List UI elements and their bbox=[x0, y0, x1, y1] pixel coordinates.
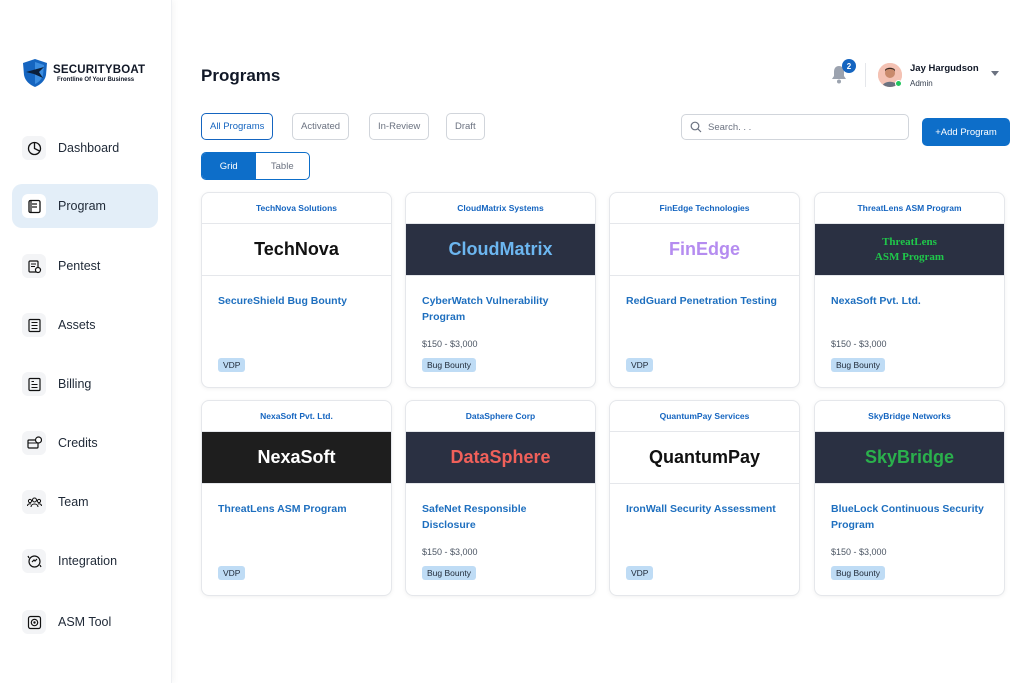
sidebar-item-label: Integration bbox=[58, 554, 118, 568]
add-program-button[interactable]: +Add Program bbox=[922, 118, 1010, 146]
tab-all-programs[interactable]: All Programs bbox=[201, 113, 274, 140]
sidebar-item-dashboard[interactable]: Dashboard bbox=[12, 126, 158, 170]
card-banner-logo: NexaSoft bbox=[202, 432, 391, 484]
card-reward-range: $150 - $3,000 bbox=[831, 547, 887, 557]
card-reward-range: $150 - $3,000 bbox=[831, 339, 887, 349]
receipt-icon bbox=[22, 372, 46, 396]
card-type-badge: VDP bbox=[218, 566, 246, 580]
card-program-title[interactable]: RedGuard Penetration Testing bbox=[626, 293, 786, 309]
card-banner-logo: QuantumPay bbox=[610, 432, 799, 484]
list-icon bbox=[22, 313, 46, 337]
card-company-name: CloudMatrix Systems bbox=[406, 193, 595, 224]
card-type-badge: VDP bbox=[626, 358, 654, 372]
program-card[interactable]: FinEdge Technologies FinEdge RedGuard Pene… bbox=[609, 192, 800, 388]
card-banner-logo: FinEdge bbox=[610, 224, 799, 276]
view-grid-button[interactable]: Grid bbox=[202, 153, 256, 179]
header-divider bbox=[865, 63, 866, 87]
card-reward-range: $150 - $3,000 bbox=[422, 547, 478, 557]
view-table-button[interactable]: Table bbox=[256, 153, 310, 179]
card-company-name: ThreatLens ASM Program bbox=[815, 193, 1004, 224]
card-company-name: SkyBridge Networks bbox=[815, 401, 1004, 432]
chevron-down-icon[interactable] bbox=[991, 71, 999, 77]
card-company-name: FinEdge Technologies bbox=[610, 193, 799, 224]
shield-logo-icon bbox=[23, 59, 47, 87]
sidebar-item-label: Assets bbox=[58, 318, 96, 332]
program-card[interactable]: SkyBridge Networks SkyBridge BlueLock Cont… bbox=[814, 400, 1005, 596]
card-program-title[interactable]: SecureShield Bug Bounty bbox=[218, 293, 378, 309]
card-program-title[interactable]: SafeNet Responsible Disclosure bbox=[422, 501, 582, 533]
card-type-badge: Bug Bounty bbox=[831, 566, 885, 580]
sidebar-item-integration[interactable]: Integration bbox=[12, 539, 158, 583]
card-type-badge: VDP bbox=[626, 566, 654, 580]
tab-in-review[interactable]: In-Review bbox=[369, 113, 430, 140]
user-role: Admin bbox=[910, 79, 933, 88]
sidebar-item-pentest[interactable]: Pentest bbox=[12, 244, 158, 288]
sidebar-item-label: ASM Tool bbox=[58, 615, 112, 629]
search-input[interactable] bbox=[708, 121, 898, 133]
program-card[interactable]: DataSphere Corp DataSphere SafeNet Respons… bbox=[405, 400, 596, 596]
tab-draft[interactable]: Draft bbox=[446, 113, 485, 140]
search-icon bbox=[690, 121, 702, 133]
card-type-badge: VDP bbox=[218, 358, 246, 372]
card-company-name: QuantumPay Services bbox=[610, 401, 799, 432]
sidebar-item-team[interactable]: Team bbox=[12, 480, 158, 524]
card-program-title[interactable]: CyberWatch Vulnerability Program bbox=[422, 293, 582, 325]
card-company-name: NexaSoft Pvt. Ltd. bbox=[202, 401, 391, 432]
tab-activated[interactable]: Activated bbox=[292, 113, 350, 140]
card-type-badge: Bug Bounty bbox=[422, 358, 476, 372]
sidebar-item-label: Pentest bbox=[58, 259, 101, 273]
card-banner-logo: TechNova bbox=[202, 224, 391, 276]
card-program-title[interactable]: IronWall Security Assessment bbox=[626, 501, 786, 517]
sidebar-item-label: Dashboard bbox=[58, 141, 120, 155]
sidebar-item-program[interactable]: Program bbox=[12, 184, 158, 228]
team-icon bbox=[22, 490, 46, 514]
document-icon bbox=[22, 194, 46, 218]
program-card[interactable]: TechNova Solutions TechNova SecureShield B… bbox=[201, 192, 392, 388]
pentest-icon bbox=[22, 254, 46, 278]
pie-chart-icon bbox=[22, 136, 46, 160]
notification-badge: 2 bbox=[842, 59, 856, 73]
page-title: Programs bbox=[201, 66, 281, 85]
program-card[interactable]: QuantumPay Services QuantumPay IronWall Se… bbox=[609, 400, 800, 596]
card-program-title[interactable]: NexaSoft Pvt. Ltd. bbox=[831, 293, 991, 309]
sidebar: SECURITYBOAT Frontline Of Your Business … bbox=[0, 0, 172, 683]
card-reward-range: $150 - $3,000 bbox=[422, 339, 478, 349]
brand-logo[interactable]: SECURITYBOAT Frontline Of Your Business bbox=[22, 58, 145, 88]
sidebar-item-label: Program bbox=[58, 199, 106, 213]
sidebar-item-label: Credits bbox=[58, 436, 98, 450]
program-card[interactable]: ThreatLens ASM Program ThreatLens ASM Pro… bbox=[814, 192, 1005, 388]
sidebar-item-label: Billing bbox=[58, 377, 92, 391]
brand-name: SECURITYBOAT bbox=[53, 63, 146, 76]
card-program-title[interactable]: ThreatLens ASM Program bbox=[218, 501, 378, 517]
brand-tagline: Frontline Of Your Business bbox=[57, 76, 135, 83]
sidebar-item-assets[interactable]: Assets bbox=[12, 303, 158, 347]
sidebar-item-billing[interactable]: Billing bbox=[12, 362, 158, 406]
credits-icon bbox=[22, 431, 46, 455]
view-toggle: Grid Table bbox=[201, 152, 310, 180]
card-program-title[interactable]: BlueLock Continuous Security Program bbox=[831, 501, 991, 533]
card-company-name: TechNova Solutions bbox=[202, 193, 391, 224]
program-card[interactable]: NexaSoft Pvt. Ltd. NexaSoft ThreatLens ASM… bbox=[201, 400, 392, 596]
sidebar-item-credits[interactable]: Credits bbox=[12, 421, 158, 465]
user-name: Jay Hargudson bbox=[910, 63, 979, 74]
card-banner-logo: CloudMatrix bbox=[406, 224, 595, 276]
online-status-dot bbox=[895, 80, 902, 87]
card-type-badge: Bug Bounty bbox=[422, 566, 476, 580]
search-box[interactable] bbox=[681, 114, 909, 140]
asm-tool-icon bbox=[22, 610, 46, 634]
card-banner-logo: SkyBridge bbox=[815, 432, 1004, 484]
sidebar-item-label: Team bbox=[58, 495, 89, 509]
card-banner-logo: DataSphere bbox=[406, 432, 595, 484]
sidebar-item-asm-tool[interactable]: ASM Tool bbox=[12, 600, 158, 644]
card-company-name: DataSphere Corp bbox=[406, 401, 595, 432]
card-banner-logo: ThreatLens ASM Program bbox=[815, 224, 1004, 276]
card-type-badge: Bug Bounty bbox=[831, 358, 885, 372]
integration-icon bbox=[22, 549, 46, 573]
program-card[interactable]: CloudMatrix Systems CloudMatrix CyberWatch… bbox=[405, 192, 596, 388]
